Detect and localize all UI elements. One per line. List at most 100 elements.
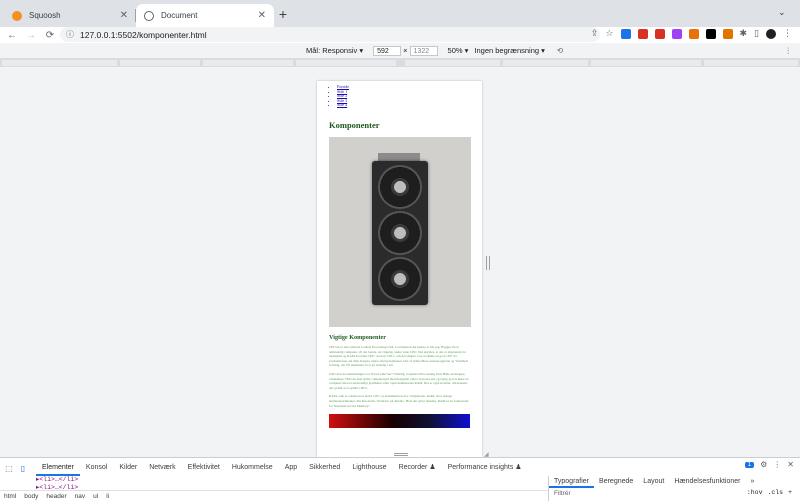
- tab-console[interactable]: Konsol: [80, 460, 113, 476]
- side-panel-icon[interactable]: ▯: [754, 28, 759, 39]
- nav-link[interactable]: Side 4: [337, 103, 470, 108]
- extension-icon[interactable]: [705, 28, 716, 39]
- tab-squoosh[interactable]: Squoosh ✕: [4, 4, 136, 27]
- close-icon[interactable]: ✕: [787, 460, 794, 469]
- fan-icon: [378, 256, 422, 301]
- devtools-actions: 1 ⚙ ⋮ ✕: [744, 460, 794, 469]
- new-tab-button[interactable]: +: [276, 6, 290, 22]
- section-heading: Vigtige Komponenter: [329, 333, 386, 341]
- devtools-menu-icon[interactable]: ⋮: [773, 460, 781, 469]
- paragraph: RAM, som er adrette kort andre CPU, er k…: [329, 394, 469, 408]
- extension-icon[interactable]: [620, 28, 631, 39]
- extension-icon[interactable]: [688, 28, 699, 39]
- zoom-dropdown[interactable]: 50% ▾: [448, 46, 469, 55]
- dimensions-label: Mål: Responsiv: [306, 46, 358, 55]
- more-tabs-button[interactable]: »: [745, 476, 759, 488]
- fan-icon: [378, 164, 422, 209]
- tab-memory[interactable]: Hukommelse: [226, 460, 279, 476]
- tab-computed[interactable]: Beregnede: [594, 476, 638, 488]
- device-width-input[interactable]: 592: [373, 45, 402, 56]
- tab-sources[interactable]: Kilder: [113, 460, 143, 476]
- close-tab-icon[interactable]: ✕: [258, 10, 266, 21]
- breadcrumb-item[interactable]: header: [46, 493, 66, 500]
- puzzle-extensions-icon[interactable]: ✱: [740, 28, 748, 39]
- tab-elements[interactable]: Elementer: [36, 460, 80, 476]
- issues-badge[interactable]: 1: [744, 461, 755, 468]
- emulated-device-frame[interactable]: Forside Side 1 Side 2 Side 3 Side 4 Komp…: [317, 81, 482, 457]
- tab-performance[interactable]: Effektivitet: [182, 460, 226, 476]
- right-resize-handle[interactable]: [486, 256, 490, 270]
- back-button[interactable]: ←: [5, 30, 19, 41]
- rotate-icon[interactable]: ⟲: [557, 46, 563, 55]
- reload-button[interactable]: ⟳: [43, 30, 57, 41]
- devtools-panel: ⬚ ▯ Elementer Konsol Kilder Netværk Effe…: [0, 457, 800, 501]
- paragraph: CPU'en er den centrale Central Processin…: [329, 344, 469, 368]
- tab-event-listeners[interactable]: Hændelsesfunktioner: [669, 476, 745, 488]
- tab-styles[interactable]: Typografier: [549, 476, 595, 488]
- device-toolbar-menu-icon[interactable]: ⋮: [785, 46, 793, 55]
- extension-icon[interactable]: [654, 28, 665, 39]
- tab-lighthouse[interactable]: Lighthouse: [346, 460, 392, 476]
- paragraph: GPU kan du sammenligne var 'Kvad' eller …: [329, 371, 469, 390]
- dom-node[interactable]: ▸<li>…</li>: [36, 475, 78, 483]
- extension-icon[interactable]: [637, 28, 648, 39]
- close-tab-icon[interactable]: ✕: [120, 10, 128, 21]
- class-toggle-button[interactable]: .cls: [767, 489, 783, 496]
- tab-network[interactable]: Netværk: [143, 460, 181, 476]
- tab-recorder[interactable]: Recorder ♟: [393, 460, 442, 476]
- tab-strip: Squoosh ✕ Document ✕ + ⌄: [0, 0, 800, 27]
- breadcrumb-item[interactable]: html: [4, 493, 16, 500]
- share-icon[interactable]: ⇪: [591, 28, 599, 39]
- browser-menu-icon[interactable]: ⋮: [783, 28, 792, 39]
- bottom-resize-handle[interactable]: [394, 453, 408, 456]
- extension-icon[interactable]: [722, 28, 733, 39]
- throttle-label: Ingen begrænsning: [474, 46, 540, 55]
- squoosh-favicon-icon: [12, 10, 22, 21]
- extension-icon[interactable]: [671, 28, 682, 39]
- devtools-tab-bar: ⬚ ▯ Elementer Konsol Kilder Netværk Effe…: [0, 460, 800, 476]
- fan-icon: [378, 210, 422, 255]
- hover-state-button[interactable]: :hov: [747, 489, 763, 496]
- styles-filter-row: Filtrér :hov .cls +: [549, 488, 800, 499]
- address-bar[interactable]: ⓘ 127.0.0.1:5502/komponenter.html: [60, 27, 600, 42]
- device-toggle-icon[interactable]: ▯: [18, 463, 28, 473]
- styles-pane: Typografier Beregnede Layout Hændelsesfu…: [548, 476, 800, 501]
- url-text[interactable]: 127.0.0.1:5502/komponenter.html: [80, 30, 207, 40]
- dimensions-dropdown[interactable]: Mål: Responsiv ▾: [306, 46, 363, 55]
- tab-document[interactable]: Document ✕: [136, 4, 274, 27]
- tab-performance-insights[interactable]: Performance insights ♟: [442, 460, 528, 476]
- toolbar-actions: ⇪ ☆ ✱ ▯ ⋮: [591, 28, 792, 39]
- tab-title: Squoosh: [29, 11, 61, 20]
- tab-application[interactable]: App: [279, 460, 303, 476]
- breadcrumb-item[interactable]: ul: [93, 493, 98, 500]
- tab-search-chevron-icon[interactable]: ⌄: [778, 7, 786, 18]
- new-rule-button[interactable]: +: [788, 489, 792, 496]
- inspect-element-icon[interactable]: ⬚: [4, 463, 14, 473]
- tab-layout[interactable]: Layout: [638, 476, 669, 488]
- dimension-separator: ×: [403, 46, 408, 55]
- breadcrumb-item[interactable]: nav: [75, 493, 85, 500]
- throttle-dropdown[interactable]: Ingen begrænsning ▾: [474, 46, 545, 55]
- tab-title: Document: [161, 11, 198, 20]
- breadcrumb-item[interactable]: li: [106, 493, 109, 500]
- forward-button[interactable]: →: [24, 30, 38, 41]
- device-height-input[interactable]: 1322: [409, 45, 438, 56]
- styles-tab-bar: Typografier Beregnede Layout Hændelsesfu…: [549, 476, 800, 488]
- banner-image: [329, 414, 470, 429]
- bookmark-star-icon[interactable]: ☆: [605, 28, 613, 39]
- page-title: Komponenter: [329, 119, 380, 130]
- emulated-viewport-area: Forside Side 1 Side 2 Side 3 Side 4 Komp…: [0, 67, 800, 457]
- zoom-label: 50%: [447, 46, 463, 55]
- device-toolbar: Mål: Responsiv ▾ 592 × 1322 50% ▾ Ingen …: [0, 43, 800, 59]
- graphics-card-image: [329, 136, 471, 327]
- globe-icon: [144, 10, 154, 21]
- tab-security[interactable]: Sikkerhed: [303, 460, 346, 476]
- breadcrumb-item[interactable]: body: [24, 493, 38, 500]
- page-content: Forside Side 1 Side 2 Side 3 Side 4 Komp…: [317, 81, 482, 429]
- gear-icon[interactable]: ⚙: [760, 460, 767, 469]
- styles-filter-input[interactable]: Filtrér: [554, 490, 571, 497]
- media-query-ruler[interactable]: [0, 59, 800, 67]
- browser-toolbar: ← → ⟳ ⓘ 127.0.0.1:5502/komponenter.html …: [0, 27, 800, 43]
- avatar[interactable]: [766, 28, 776, 39]
- site-info-icon[interactable]: ⓘ: [66, 29, 74, 40]
